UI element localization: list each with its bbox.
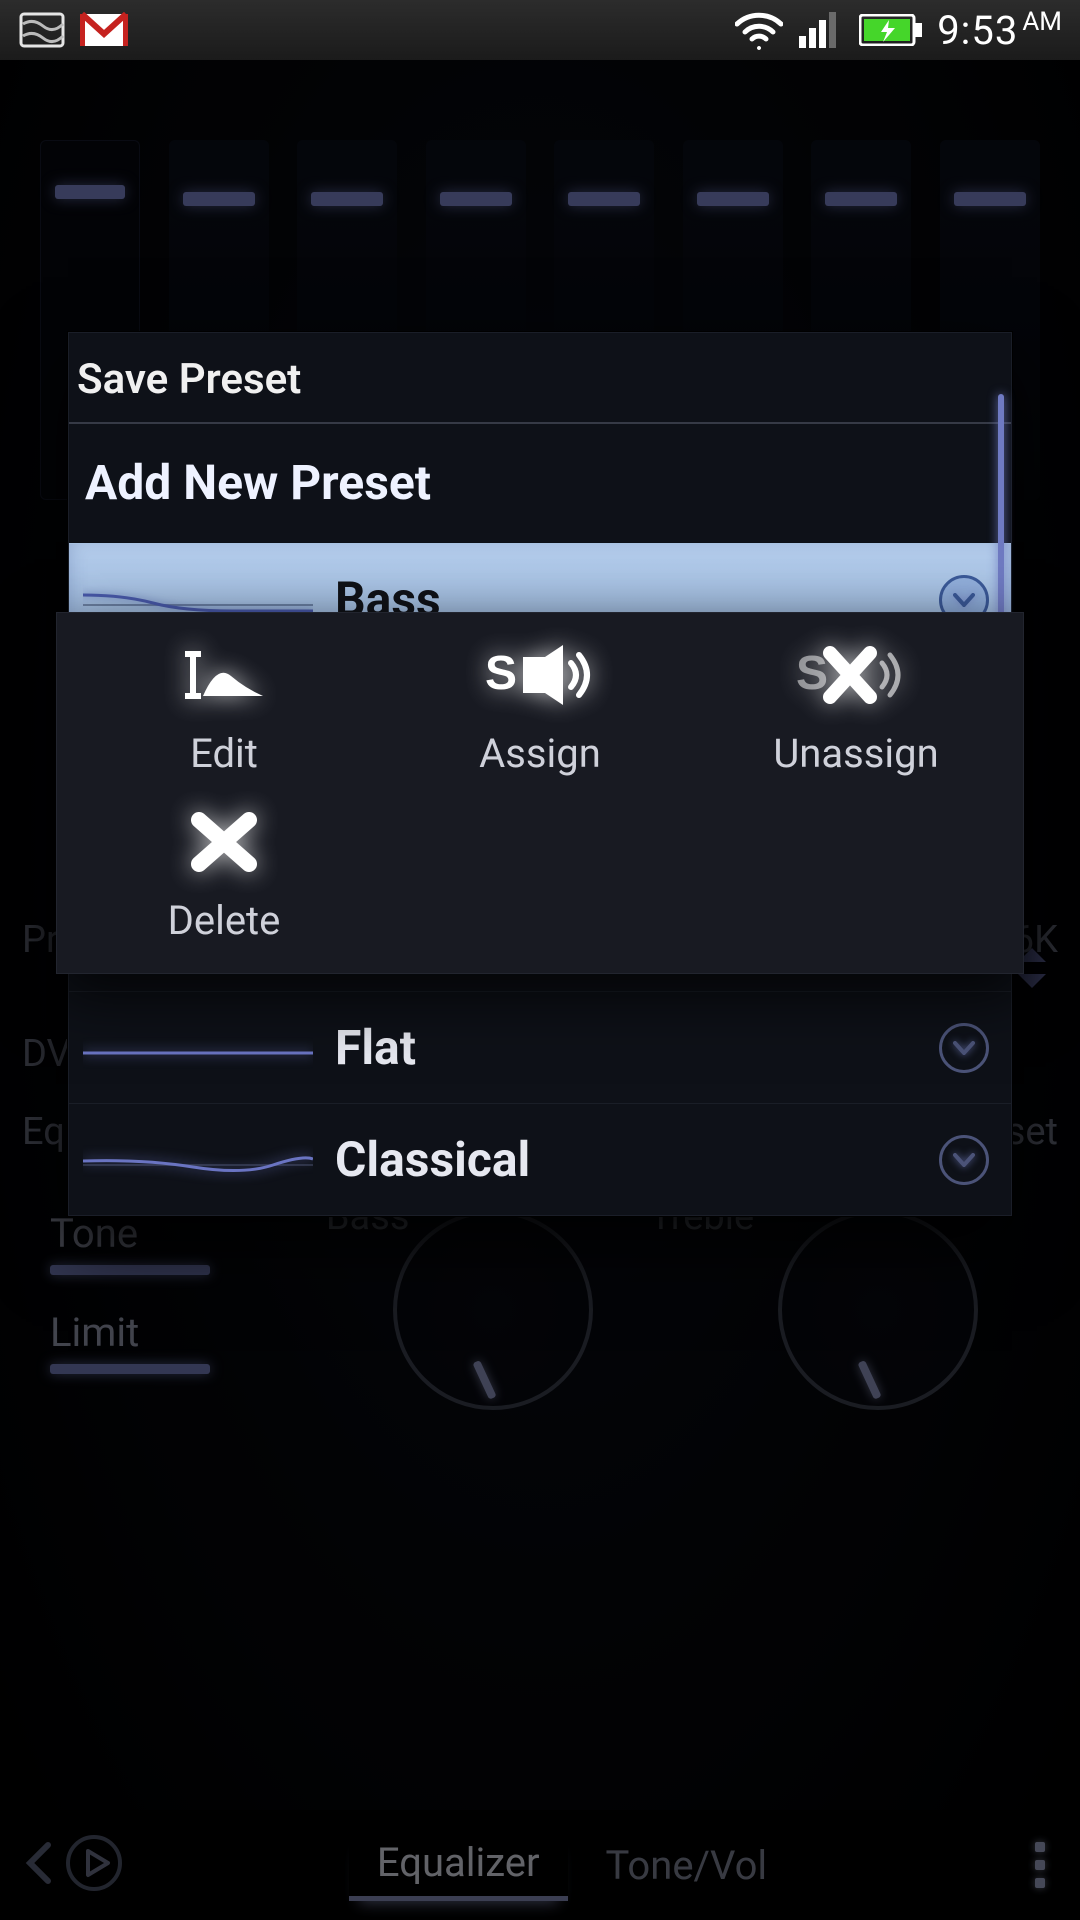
dialog-title: Save Preset xyxy=(69,333,1011,422)
expand-icon[interactable] xyxy=(939,1023,989,1073)
gmail-icon xyxy=(80,10,128,50)
delete-icon xyxy=(189,805,259,879)
edit-label: Edit xyxy=(190,730,258,777)
assign-icon: S xyxy=(485,638,595,712)
preset-name: Flat xyxy=(335,1019,917,1076)
assign-action[interactable]: S Assign xyxy=(384,638,697,777)
unassign-icon: S xyxy=(796,638,916,712)
delete-action[interactable]: Delete xyxy=(68,805,381,944)
preset-context-menu: Edit S Assign S Unassign Delete xyxy=(56,612,1024,974)
preset-item[interactable]: Classical xyxy=(69,1103,1011,1215)
unassign-action[interactable]: S Unassign xyxy=(700,638,1013,777)
edit-icon xyxy=(183,638,265,712)
preset-item[interactable]: Flat xyxy=(69,991,1011,1103)
expand-icon[interactable] xyxy=(939,1135,989,1185)
preset-wave-icon xyxy=(83,1028,313,1068)
battery-charging-icon xyxy=(859,10,923,50)
preset-name: Classical xyxy=(335,1131,917,1188)
clock-time: 9:53AM xyxy=(937,7,1062,54)
add-new-preset-button[interactable]: Add New Preset xyxy=(69,424,1011,543)
edit-action[interactable]: Edit xyxy=(68,638,381,777)
notification-app-icon xyxy=(18,10,66,50)
wifi-icon xyxy=(735,10,783,50)
assign-label: Assign xyxy=(479,730,601,777)
cell-signal-icon xyxy=(797,10,845,50)
svg-text:S: S xyxy=(485,647,517,700)
delete-label: Delete xyxy=(168,897,281,944)
svg-text:S: S xyxy=(796,647,828,700)
preset-wave-icon xyxy=(83,1140,313,1180)
unassign-label: Unassign xyxy=(773,730,938,777)
status-bar: 9:53AM xyxy=(0,0,1080,60)
